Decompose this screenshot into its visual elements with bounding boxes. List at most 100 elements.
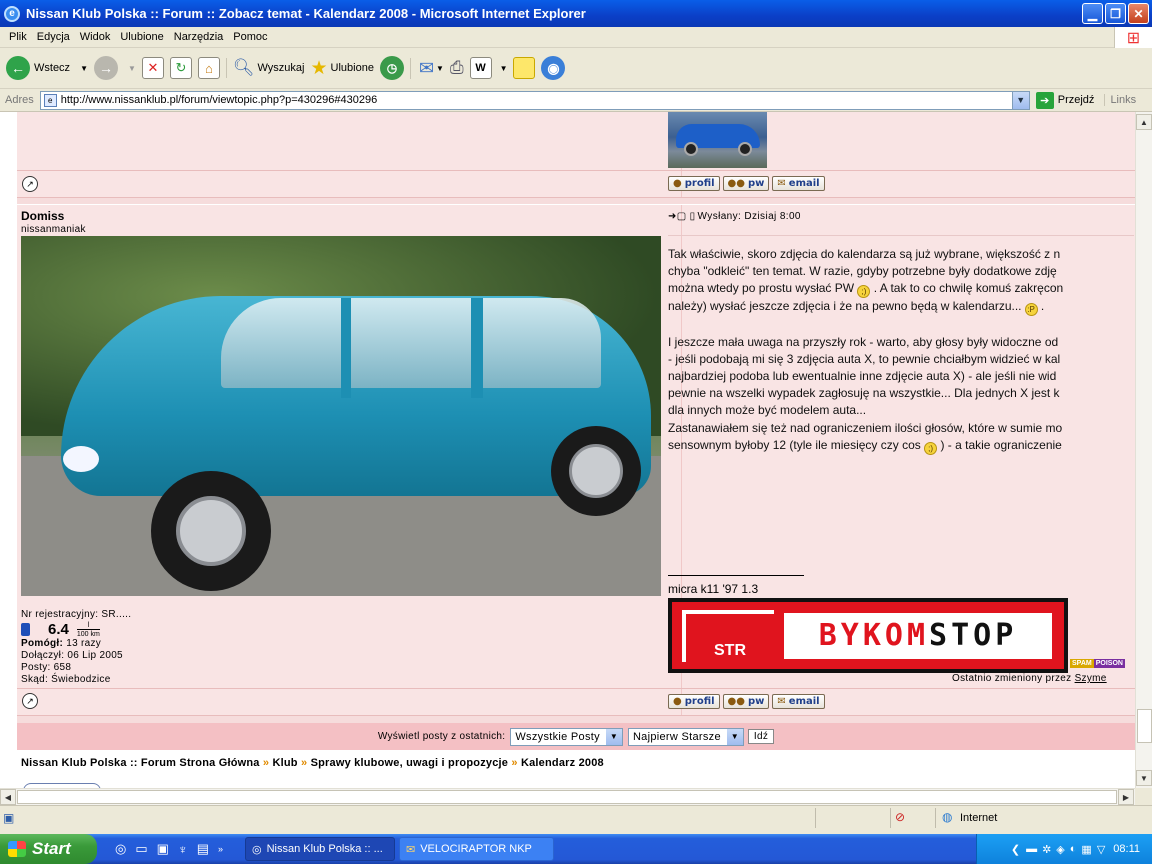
- antivirus-tray-icon[interactable]: ▽: [1097, 843, 1105, 856]
- links-label[interactable]: Links: [1104, 94, 1136, 106]
- scroll-down-icon[interactable]: ▼: [1136, 770, 1152, 786]
- mail-button[interactable]: ✉ ▼: [409, 57, 444, 79]
- back-to-top-icon[interactable]: ↗: [22, 176, 38, 192]
- str-logo: STR: [682, 609, 774, 662]
- favorites-button[interactable]: ★ Ulubione: [310, 57, 373, 80]
- stop-button[interactable]: ✕: [141, 57, 164, 79]
- edit-dropdown-icon[interactable]: ▼: [500, 64, 508, 73]
- history-icon: ◷: [379, 56, 404, 80]
- pm-button[interactable]: ●● pw: [722, 694, 770, 709]
- doc-quicklaunch-icon[interactable]: ▤: [197, 841, 209, 857]
- forward-dropdown-icon[interactable]: ▼: [128, 64, 136, 73]
- profile-button[interactable]: ● profil: [668, 176, 720, 191]
- posts-range-select[interactable]: Wszystkie Posty ▼: [510, 727, 623, 746]
- refresh-button[interactable]: ↻: [169, 57, 192, 79]
- email-button[interactable]: ✉ email: [772, 694, 825, 709]
- minimize-button[interactable]: ▁: [1082, 3, 1103, 24]
- back-dropdown-icon[interactable]: ▼: [80, 64, 88, 73]
- menu-ulubione[interactable]: Ulubione: [115, 31, 168, 43]
- breadcrumb-klub[interactable]: Klub: [272, 757, 297, 769]
- note-icon: [513, 57, 536, 79]
- window-title: Nissan Klub Polska :: Forum :: Zobacz te…: [26, 6, 586, 21]
- address-input[interactable]: e http://www.nissanklub.pl/forum/viewtop…: [39, 90, 1030, 110]
- search-button[interactable]: 🔍︎ Wyszukaj: [225, 58, 304, 78]
- update-tray-icon[interactable]: ▦: [1081, 843, 1091, 856]
- banner-text: BYKOM STOP: [784, 612, 1052, 659]
- maximize-button[interactable]: ❐: [1105, 3, 1126, 24]
- print-button[interactable]: ⎙: [450, 58, 464, 78]
- vertical-scrollbar[interactable]: ▲ ▼: [1135, 112, 1152, 788]
- back-button[interactable]: ← Wstecz ▼: [6, 56, 88, 80]
- scroll-up-icon[interactable]: ▲: [1136, 114, 1152, 130]
- post-body-previous: [17, 112, 1135, 170]
- clock[interactable]: 08:11: [1113, 843, 1140, 855]
- desktop-quicklaunch-icon[interactable]: ▭: [135, 841, 147, 857]
- go-arrow-icon[interactable]: ➔: [1035, 91, 1054, 109]
- scroll-left-icon[interactable]: ◀: [0, 789, 16, 805]
- network-tray-icon[interactable]: ▬: [1026, 843, 1037, 855]
- close-button[interactable]: ✕: [1128, 3, 1149, 24]
- app-tray-icon[interactable]: ✲: [1042, 843, 1051, 856]
- edited-note: Ostatnio zmieniony przez Szyme: [952, 673, 1107, 684]
- post-icon: ▯: [689, 211, 696, 222]
- pm-button[interactable]: ●● pw: [722, 176, 770, 191]
- ie-quicklaunch-icon[interactable]: ◎: [115, 841, 126, 857]
- word-edit-icon: W: [469, 57, 492, 79]
- page-icon: e: [43, 93, 57, 107]
- more-quicklaunch-icon[interactable]: »: [218, 844, 223, 854]
- tray-arrow-icon[interactable]: ❮: [1011, 843, 1020, 856]
- go-filter-button[interactable]: Idź: [747, 729, 775, 744]
- scroll-right-icon[interactable]: ▶: [1118, 789, 1134, 805]
- taskbar-item-forum[interactable]: ◎ Nissan Klub Polska :: ...: [245, 837, 395, 861]
- horizontal-scrollbar[interactable]: ◀ ▶: [0, 788, 1135, 805]
- security-tray-icon[interactable]: ◐: [1070, 843, 1077, 855]
- back-to-top-icon[interactable]: ↗: [22, 693, 38, 709]
- menu-pomoc[interactable]: Pomoc: [228, 31, 272, 43]
- menu-plik[interactable]: Plik: [4, 31, 32, 43]
- spam-poison-badge[interactable]: SPAM POISON: [1070, 659, 1125, 668]
- profile-button[interactable]: ● profil: [668, 694, 720, 709]
- tongue-smiley-icon: :P: [1024, 303, 1038, 317]
- posts-order-select[interactable]: Najpierw Starsze ▼: [627, 727, 744, 746]
- chevron-down-icon: ▼: [605, 728, 622, 745]
- discuss-button[interactable]: [513, 57, 536, 79]
- security-zone-label: Internet: [960, 812, 998, 824]
- messenger-button[interactable]: ◉: [541, 56, 566, 80]
- breadcrumb: Nissan Klub Polska :: Forum Strona Główn…: [21, 757, 604, 769]
- horizontal-scroll-thumb[interactable]: [17, 790, 1117, 804]
- messenger-icon: ◉: [541, 56, 566, 80]
- home-button[interactable]: ⌂: [197, 57, 220, 79]
- breadcrumb-topic[interactable]: Kalendarz 2008: [521, 757, 604, 769]
- menu-edycja[interactable]: Edycja: [32, 31, 75, 43]
- menu-widok[interactable]: Widok: [75, 31, 116, 43]
- bykomstop-banner[interactable]: STR BYKOM STOP: [668, 598, 1068, 673]
- volume-tray-icon[interactable]: ◈: [1056, 843, 1064, 856]
- scroll-thumb[interactable]: [1137, 709, 1152, 743]
- windows-logo-icon: ⊞: [1114, 27, 1152, 48]
- internet-explorer-icon: e: [4, 5, 20, 22]
- menu-narzedzia[interactable]: Narzędzia: [169, 31, 229, 43]
- taskbar-item-velociraptor[interactable]: ✉ VELOCIRAPTOR NKP: [399, 837, 554, 861]
- forward-button[interactable]: → ▼: [93, 56, 136, 80]
- post-actions: ● profil ●● pw ✉ email: [668, 694, 828, 709]
- history-button[interactable]: ◷: [379, 56, 404, 80]
- edit-button[interactable]: W ▼: [469, 57, 508, 79]
- system-tray: ❮ ▬ ✲ ◈ ◐ ▦ ▽ 08:11: [976, 834, 1152, 864]
- email-button[interactable]: ✉ email: [772, 176, 825, 191]
- mail-dropdown-icon[interactable]: ▼: [436, 64, 444, 73]
- ie-task-icon: ◎: [252, 843, 262, 856]
- address-dropdown-icon[interactable]: ▼: [1011, 91, 1029, 109]
- breadcrumb-sprawy-klubowe[interactable]: Sprawy klubowe, uwagi i propozycje: [311, 757, 509, 769]
- tool-quicklaunch-icon[interactable]: ♆: [178, 842, 188, 857]
- mail-task-icon: ✉: [406, 843, 416, 856]
- edited-by-link[interactable]: Szyme: [1075, 673, 1107, 684]
- forward-arrow-icon: →: [93, 56, 118, 80]
- user-icon: ●: [673, 696, 682, 707]
- start-button[interactable]: Start: [0, 834, 97, 864]
- post-author[interactable]: Domiss: [21, 209, 64, 223]
- go-button[interactable]: Przejdź: [1058, 94, 1095, 106]
- app-quicklaunch-icon[interactable]: ▣: [157, 841, 169, 857]
- post-link-icon[interactable]: ➜▢: [668, 211, 687, 222]
- breadcrumb-forum-home[interactable]: Nissan Klub Polska :: Forum Strona Główn…: [21, 757, 260, 769]
- popup-blocked-icon[interactable]: ⊘: [895, 810, 905, 824]
